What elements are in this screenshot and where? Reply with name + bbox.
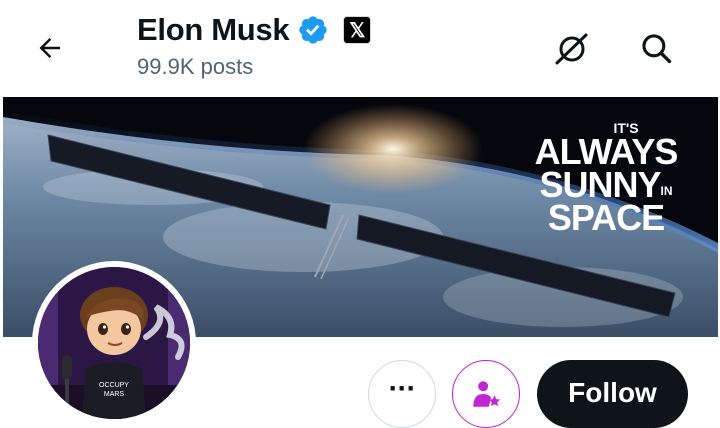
avatar[interactable]: OCCUPY MARS bbox=[38, 267, 190, 419]
subscribe-button[interactable] bbox=[452, 360, 520, 428]
grok-icon bbox=[555, 33, 588, 65]
follow-button[interactable]: Follow bbox=[537, 360, 688, 428]
back-button[interactable] bbox=[30, 28, 70, 68]
post-count: 99.9K posts bbox=[137, 54, 254, 79]
svg-text:MARS: MARS bbox=[104, 391, 125, 398]
subscribe-star-person-icon bbox=[473, 381, 501, 407]
banner-line-in: IN bbox=[660, 183, 673, 198]
profile-header: Elon Musk 𝕏 99.9K posts bbox=[0, 0, 720, 97]
affiliate-x-badge[interactable]: 𝕏 bbox=[343, 16, 372, 44]
banner-line-space: SPACE bbox=[547, 197, 665, 239]
verified-badge-icon[interactable] bbox=[297, 14, 329, 46]
profile-title: Elon Musk 𝕏 99.9K posts bbox=[137, 12, 372, 80]
search-button[interactable] bbox=[635, 27, 677, 69]
svg-text:OCCUPY: OCCUPY bbox=[99, 382, 129, 389]
arrow-left-icon bbox=[39, 38, 60, 58]
avatar-illustration: OCCUPY MARS bbox=[38, 267, 190, 419]
more-options-button[interactable]: ··· bbox=[368, 360, 436, 428]
more-dots-icon: ··· bbox=[388, 372, 417, 405]
grok-button[interactable] bbox=[551, 28, 593, 70]
profile-name: Elon Musk bbox=[137, 12, 290, 47]
banner-slogan: IT'S ALWAYS SUNNYIN SPACE bbox=[516, 121, 696, 239]
search-icon bbox=[642, 34, 672, 64]
